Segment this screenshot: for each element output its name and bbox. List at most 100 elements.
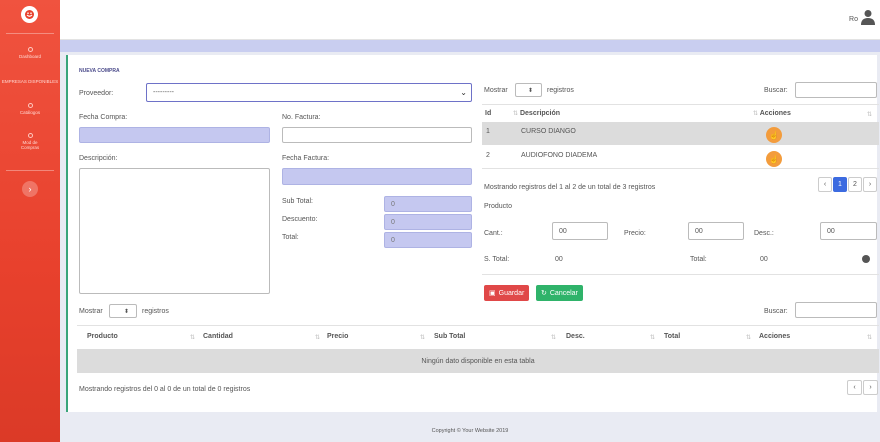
fecha-compra-label: Fecha Compra:: [79, 114, 128, 121]
chevron-right-icon: ›: [28, 184, 32, 194]
dashboard-icon: [27, 47, 33, 52]
table-divider: [482, 104, 879, 105]
select-product-button[interactable]: ☝: [766, 127, 782, 143]
col-header-id[interactable]: Id: [485, 110, 491, 117]
mostrar-label: Mostrar: [79, 308, 103, 315]
col-header-producto[interactable]: Producto: [87, 333, 118, 340]
descuento-label: Descuento:: [282, 216, 318, 223]
header-stripe: [60, 40, 880, 52]
cart-icon: [27, 133, 33, 138]
descuento-value: 0: [391, 218, 395, 226]
cant-input[interactable]: 00: [552, 222, 608, 240]
pagination-page-1[interactable]: 1: [833, 177, 847, 192]
registros-label: registros: [547, 87, 574, 94]
descuento-field: 0: [384, 214, 472, 230]
detail-table-info: Mostrando registros del 0 al 0 de un tot…: [79, 386, 251, 393]
sort-icon: ⇅: [867, 112, 873, 118]
col-header-total[interactable]: Total: [664, 333, 680, 340]
col-header-precio[interactable]: Precio: [327, 333, 348, 340]
descripcion-label: Descripción:: [79, 155, 118, 162]
sidebar-item-label: Catálogos: [19, 110, 41, 115]
table-divider: [77, 325, 879, 326]
col-header-descripcion[interactable]: ⇅ Descripción: [513, 110, 560, 117]
buscar-label: Buscar:: [764, 308, 788, 315]
no-factura-input[interactable]: [282, 127, 472, 143]
hand-pointer-icon: ☝: [769, 130, 779, 140]
hand-pointer-icon: ☝: [769, 154, 779, 164]
sort-icon: ⇅: [650, 335, 656, 341]
detail-search-input[interactable]: [795, 302, 877, 318]
sort-icon: ⇅: [190, 335, 196, 341]
select-product-button[interactable]: ☝: [766, 151, 782, 167]
precio-input[interactable]: 00: [688, 222, 744, 240]
fecha-compra-input[interactable]: [79, 127, 270, 143]
page-size-select[interactable]: ⬍: [515, 83, 542, 97]
sidebar-item-dashboard[interactable]: Dashboard: [0, 47, 60, 59]
pagination-page-2[interactable]: 2: [848, 177, 862, 192]
remove-line-icon[interactable]: [862, 255, 870, 263]
stotal-label: S. Total:: [484, 256, 510, 263]
line-total-label: Total:: [690, 256, 707, 263]
proveedor-selected-value: ---------: [153, 89, 174, 96]
fecha-factura-label: Fecha Factura:: [282, 155, 330, 162]
sort-icon: ⇅: [315, 335, 321, 341]
sort-icon: ⇅: [420, 335, 426, 341]
subtotal-field: 0: [384, 196, 472, 212]
proveedor-select[interactable]: --------- ⌄: [146, 83, 472, 102]
user-avatar-icon[interactable]: [861, 9, 875, 27]
detail-page-size-select[interactable]: ⬍: [109, 304, 137, 318]
sidebar-divider: [6, 33, 54, 34]
empty-table-message: Ningún dato disponible en esta tabla: [77, 349, 879, 373]
brand-logo-icon[interactable]: [21, 6, 38, 23]
stotal-value: 00: [555, 256, 563, 263]
footer-copyright: Copyright © Your Website 2019: [431, 428, 509, 434]
row-descripcion: CURSO DIANGO: [521, 128, 576, 135]
col-header-acciones[interactable]: Acciones: [759, 333, 790, 340]
producto-label: Producto: [484, 203, 513, 210]
sidebar: Dashboard EMPRESAS DISPONIBLES Catálogos…: [0, 0, 60, 442]
product-search-input[interactable]: [795, 82, 877, 98]
save-icon: ▣: [489, 290, 496, 297]
no-factura-label: No. Factura:: [282, 114, 321, 121]
nueva-compra-card: NUEVA COMPRA Proveedor: --------- ⌄ Fech…: [66, 55, 879, 412]
mostrar-label: Mostrar: [484, 87, 508, 94]
buscar-label: Buscar:: [764, 87, 788, 94]
subtotal-value: 0: [391, 200, 395, 208]
cant-label: Cant.:: [484, 230, 503, 237]
card-title: NUEVA COMPRA: [79, 68, 120, 74]
refresh-icon: ↻: [541, 290, 547, 297]
sidebar-divider: [6, 170, 54, 171]
pagination-prev[interactable]: ‹: [818, 177, 832, 192]
sidebar-item-catalogos[interactable]: Catálogos: [0, 103, 60, 115]
cancelar-button[interactable]: ↻ Cancelar: [536, 285, 583, 301]
pagination-next[interactable]: ›: [863, 177, 877, 192]
subtotal-label: Sub Total:: [282, 198, 314, 205]
col-header-subtotal[interactable]: Sub Total: [434, 333, 465, 340]
detail-pagination-prev[interactable]: ‹: [847, 380, 862, 395]
line-total-value: 00: [760, 256, 768, 263]
table-divider: [482, 168, 879, 169]
sidebar-toggle-button[interactable]: ›: [22, 181, 38, 197]
desc-label: Desc.:: [754, 230, 774, 237]
row-id: 1: [486, 128, 490, 135]
fecha-factura-input[interactable]: [282, 168, 472, 185]
sort-icon: ⇅: [746, 335, 752, 341]
precio-label: Precio:: [624, 230, 646, 237]
sidebar-heading-empresas: EMPRESAS DISPONIBLES: [0, 79, 60, 84]
col-header-acciones[interactable]: ⇅ Acciones: [753, 110, 791, 117]
sidebar-item-label: Mod de Compras: [20, 140, 40, 150]
col-header-cantidad[interactable]: Cantidad: [203, 333, 233, 340]
table-info: Mostrando registros del 1 al 2 de un tot…: [484, 184, 656, 191]
desc-input[interactable]: 00: [820, 222, 877, 240]
sidebar-item-compras[interactable]: Mod de Compras: [0, 133, 60, 150]
detail-pagination-next[interactable]: ›: [863, 380, 878, 395]
descripcion-textarea[interactable]: [79, 168, 270, 294]
sort-arrows-icon: ⬍: [528, 87, 534, 94]
sort-icon: ⇅: [551, 335, 557, 341]
sidebar-item-label: Dashboard: [18, 54, 41, 59]
row-descripcion: AUDIOFONO DIADEMA: [521, 152, 598, 159]
user-name[interactable]: Ro: [849, 16, 858, 23]
sort-icon: ⇅: [867, 335, 873, 341]
col-header-desc[interactable]: Desc.: [566, 333, 585, 340]
guardar-button[interactable]: ▣ Guardar: [484, 285, 530, 301]
